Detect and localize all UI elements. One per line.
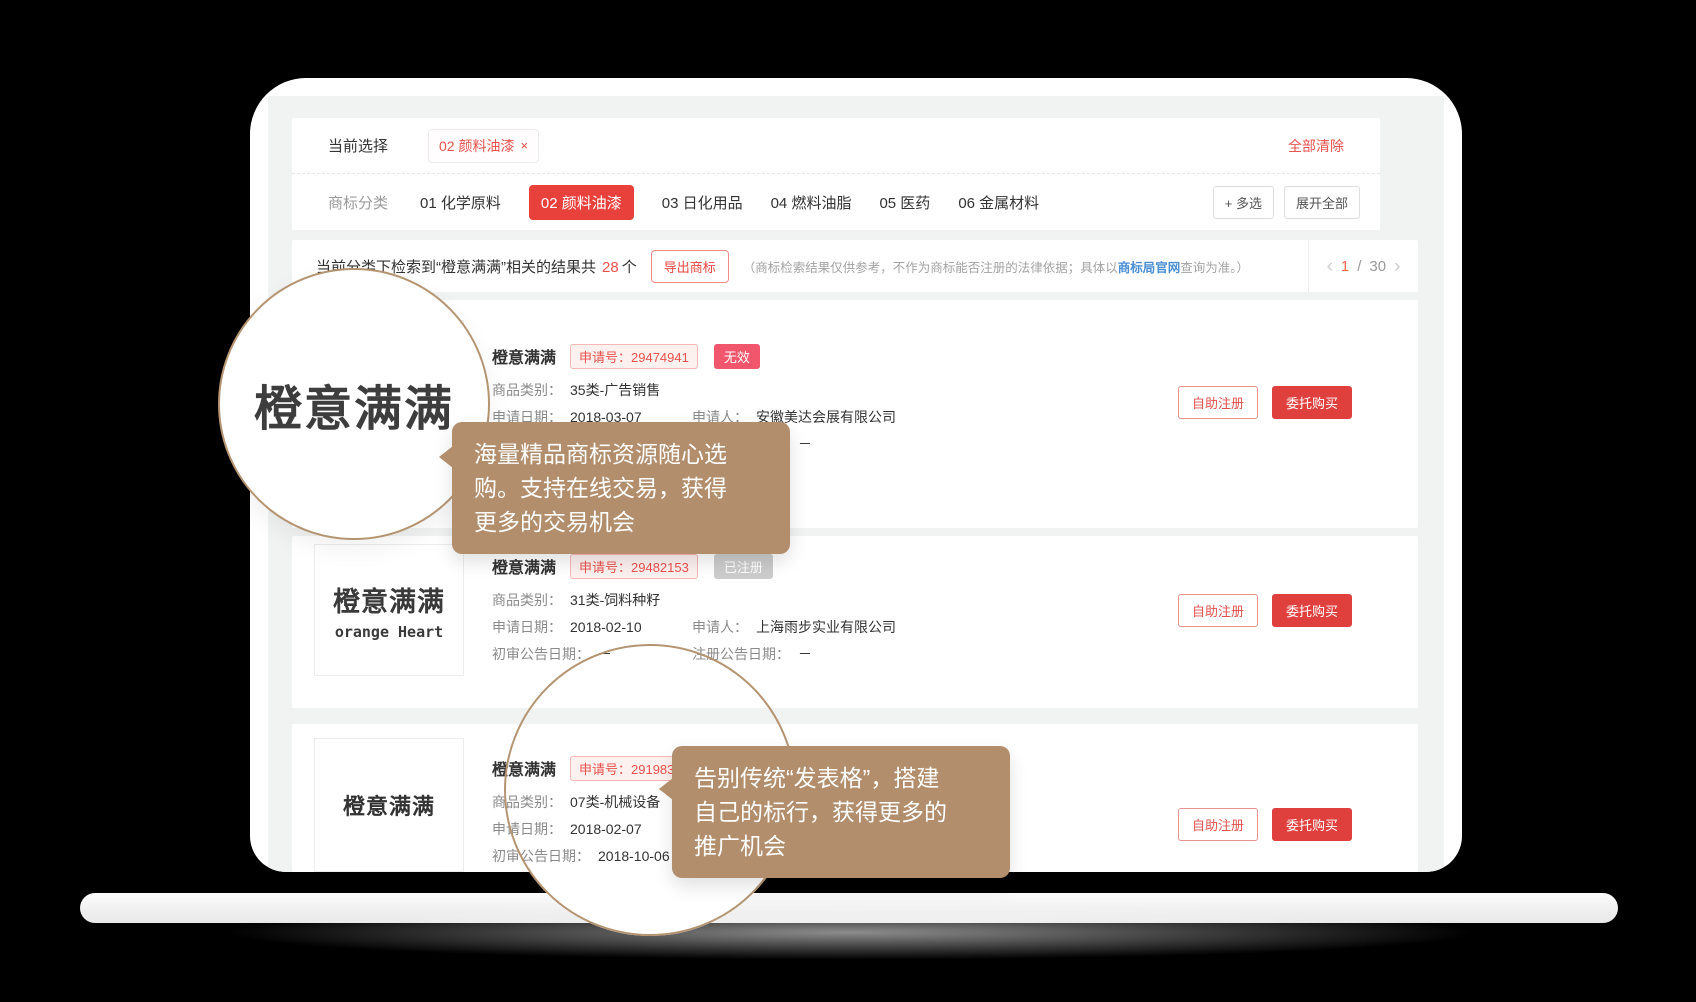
status-badge-registered: 已注册 [714, 554, 773, 579]
prev-page-icon[interactable]: ‹ [1327, 257, 1333, 276]
self-register-button[interactable]: 自助注册 [1178, 386, 1258, 419]
trademark-name[interactable]: 橙意满满 [492, 344, 556, 368]
tooltip-marketplace: 海量精品商标资源随心选 购。支持在线交易，获得 更多的交易机会 [452, 422, 790, 554]
page-separator: / [1357, 258, 1361, 275]
tooltip-tail-icon [439, 446, 453, 468]
pagination: ‹ 1 / 30 › [1308, 240, 1418, 292]
filters-card: 当前选择 02 颜料油漆 × 全部清除 商标分类 01 化学原料 02 颜料油漆… [292, 118, 1380, 230]
field-label: 商品类别： [492, 592, 562, 608]
trademark-image-2[interactable]: 橙意满满 orange Heart [314, 544, 464, 676]
trademark-image-text: 橙意满满 [343, 789, 435, 821]
result-row-2: 橙意满满 orange Heart 橙意满满 申请号：29482153 已注册 … [292, 536, 1418, 708]
field-value: 上海雨步实业有限公司 [756, 619, 896, 635]
multi-select-button[interactable]: + 多选 [1213, 186, 1274, 219]
field-label: 申请日期： [492, 619, 562, 635]
export-trademarks-button[interactable]: 导出商标 [651, 250, 729, 283]
tooltip-promotion: 告别传统“发表格”，搭建 自己的标行，获得更多的 推广机会 [672, 746, 1010, 878]
tag-close-icon[interactable]: × [520, 138, 528, 153]
results-count-number: 28 [602, 259, 619, 276]
tooltip-line: 购。支持在线交易，获得 [474, 471, 768, 505]
tooltip-tail-icon [659, 778, 673, 800]
trademark-image-3[interactable]: 橙意满满 [314, 738, 464, 872]
category-item-02-selected[interactable]: 02 颜料油漆 [529, 185, 634, 220]
field-value: 2018-02-10 [570, 619, 642, 635]
laptop-base-shadow [220, 905, 1480, 960]
self-register-button[interactable]: 自助注册 [1178, 594, 1258, 627]
application-number-badge: 申请号：29482153 [570, 554, 698, 579]
category-item-04[interactable]: 04 燃料油脂 [771, 192, 852, 213]
trademark-office-link[interactable]: 商标局官网 [1118, 261, 1181, 275]
marketing-screenshot-stage: 当前选择 02 颜料油漆 × 全部清除 商标分类 01 化学原料 02 颜料油漆… [0, 0, 1696, 1002]
selected-filter-tag[interactable]: 02 颜料油漆 × [428, 129, 539, 163]
current-selection-row: 当前选择 02 颜料油漆 × 全部清除 [292, 118, 1380, 174]
field-label: 申请人： [692, 619, 748, 635]
current-page-number: 1 [1341, 258, 1349, 275]
results-header-card: 当前分类下检索到“橙意满满”相关的结果共28个 导出商标 （商标检索结果仅供参考… [292, 240, 1418, 292]
tooltip-line: 海量精品商标资源随心选 [474, 437, 768, 471]
field-value: 31类-饲料种籽 [570, 592, 660, 608]
category-item-06[interactable]: 06 金属材料 [958, 192, 1039, 213]
entrust-purchase-button[interactable]: 委托购买 [1272, 594, 1352, 627]
category-row-label: 商标分类 [328, 192, 388, 213]
tooltip-line: 自己的标行，获得更多的 [694, 795, 988, 829]
field-value: 35类-广告销售 [570, 382, 660, 398]
selected-filter-tag-label: 02 颜料油漆 [439, 136, 514, 156]
status-badge-invalid: 无效 [714, 344, 760, 369]
expand-all-button[interactable]: 展开全部 [1284, 186, 1360, 219]
field-value: － [798, 436, 812, 452]
results-disclaimer: （商标检索结果仅供参考，不作为商标能否注册的法律依据；具体以商标局官网查询为准。… [743, 257, 1249, 276]
field-label: 初审公告日期： [492, 646, 590, 662]
tooltip-line: 更多的交易机会 [474, 505, 768, 539]
category-item-01[interactable]: 01 化学原料 [420, 192, 501, 213]
category-row: 商标分类 01 化学原料 02 颜料油漆 03 日化用品 04 燃料油脂 05 … [292, 174, 1380, 230]
category-item-03[interactable]: 03 日化用品 [662, 192, 743, 213]
application-number-badge: 申请号：29474941 [570, 344, 698, 369]
trademark-image-subtext: orange Heart [335, 623, 443, 641]
entrust-purchase-button[interactable]: 委托购买 [1272, 808, 1352, 841]
current-selection-label: 当前选择 [328, 135, 388, 156]
self-register-button[interactable]: 自助注册 [1178, 808, 1258, 841]
category-item-05[interactable]: 05 医药 [879, 192, 930, 213]
magnified-trademark-text: 橙意满满 [254, 369, 454, 439]
tooltip-line: 推广机会 [694, 829, 988, 863]
field-value: － [798, 646, 812, 662]
tooltip-line: 告别传统“发表格”，搭建 [694, 761, 988, 795]
trademark-image-text: 橙意满满 [333, 580, 445, 619]
total-pages: 30 [1369, 258, 1386, 275]
trademark-name[interactable]: 橙意满满 [492, 554, 556, 578]
clear-all-link[interactable]: 全部清除 [1288, 136, 1344, 156]
field-label: 商品类别： [492, 382, 562, 398]
entrust-purchase-button[interactable]: 委托购买 [1272, 386, 1352, 419]
magnifier-circle-1: 橙意满满 [218, 268, 490, 540]
next-page-icon[interactable]: › [1394, 257, 1400, 276]
